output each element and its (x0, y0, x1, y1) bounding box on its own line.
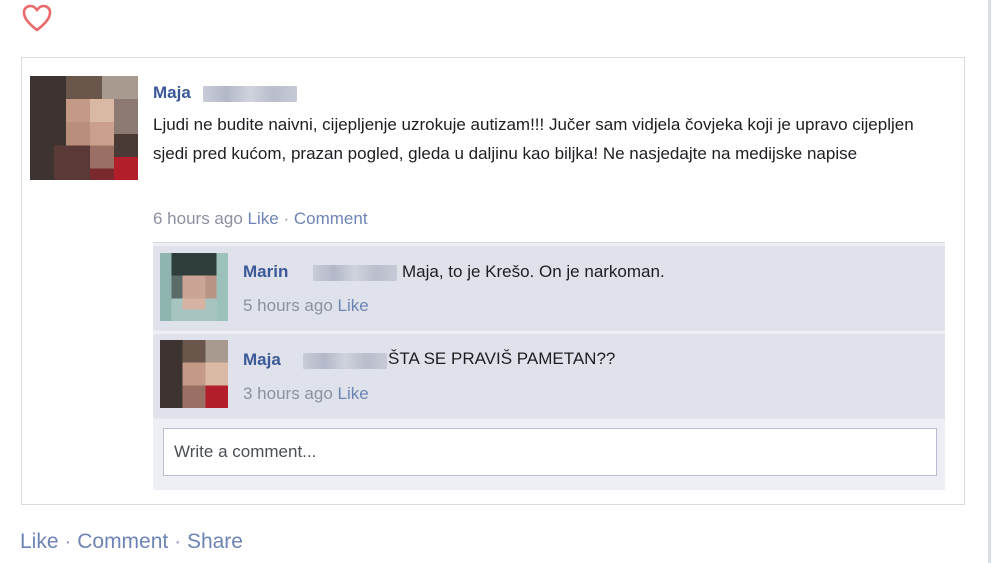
comment-meta: 5 hours ago Like (243, 296, 369, 316)
post-text: Ljudi ne budite naivni, cijepljenje uzro… (153, 115, 914, 163)
comment-like-link[interactable]: Like (338, 296, 369, 315)
write-comment-input[interactable] (163, 428, 937, 476)
avatar[interactable] (160, 340, 228, 408)
redacted-surname (303, 353, 387, 369)
comment-text: ŠTA SE PRAVIŠ PAMETAN?? (388, 349, 616, 368)
redacted-surname (203, 86, 297, 102)
comment-timestamp[interactable]: 5 hours ago (243, 296, 333, 315)
comment-row (153, 246, 945, 331)
comment-author-name[interactable]: Maja (243, 350, 281, 370)
comment-text: Maja, to je Krešo. On je narkoman. (402, 262, 665, 281)
comment-row (153, 334, 945, 419)
redacted-surname (313, 265, 397, 281)
comment-timestamp[interactable]: 3 hours ago (243, 384, 333, 403)
post-like-link[interactable]: Like (248, 209, 279, 228)
avatar[interactable] (160, 253, 228, 321)
post-author-name[interactable]: Maja (153, 83, 191, 103)
comment-meta: 3 hours ago Like (243, 384, 369, 404)
comment-like-link[interactable]: Like (338, 384, 369, 403)
share-link[interactable]: Share (187, 530, 243, 553)
page-edge-rule (988, 0, 991, 563)
heart-icon[interactable] (22, 4, 52, 32)
comment-link[interactable]: Comment (77, 530, 168, 553)
post-timestamp[interactable]: 6 hours ago (153, 209, 243, 228)
actions-separator: · (174, 530, 182, 553)
facebook-post-page: Maja Ljudi ne budite naivni, cijepljenje… (0, 0, 1000, 563)
comment-author-name[interactable]: Marin (243, 262, 288, 282)
post-actions-bar: Like · Comment · Share (20, 530, 243, 554)
actions-separator: · (64, 530, 72, 553)
post-comment-link[interactable]: Comment (294, 209, 368, 228)
post-meta: 6 hours ago Like · Comment (153, 209, 368, 229)
like-link[interactable]: Like (20, 530, 59, 553)
avatar[interactable] (30, 76, 138, 180)
meta-separator: · (283, 209, 290, 228)
